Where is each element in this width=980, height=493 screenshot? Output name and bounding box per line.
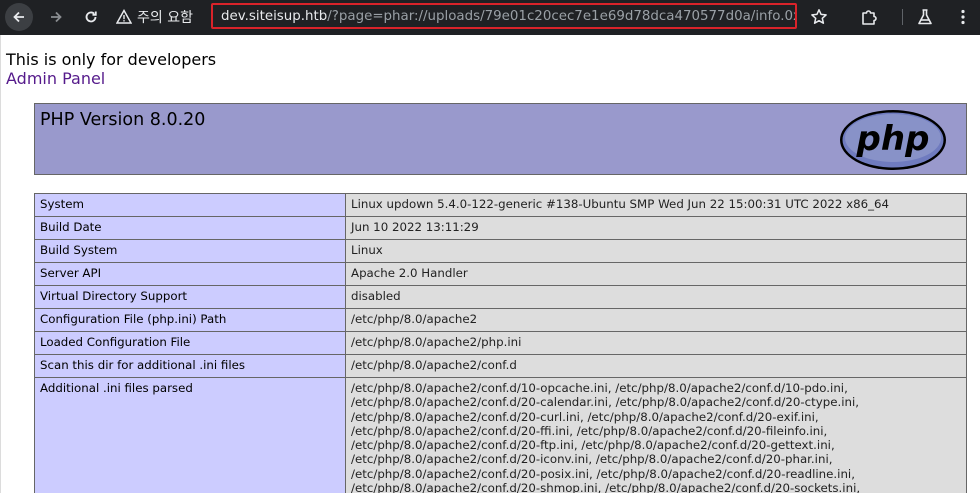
url-host: dev.siteisup.htb	[221, 8, 328, 24]
browser-toolbar: 주의 요함 dev.siteisup.htb/?page=phar://uplo…	[0, 0, 980, 35]
php-info-table: System Linux updown 5.4.0-122-generic #13…	[34, 193, 967, 493]
info-value: Apache 2.0 Handler	[345, 262, 967, 286]
forward-button[interactable]	[42, 3, 70, 31]
ini-file-line: /etc/php/8.0/apache2/conf.d/20-posix.ini…	[351, 466, 855, 481]
info-value: /etc/php/8.0/apache2	[345, 308, 967, 332]
info-row-additional-ini: Additional .ini files parsed/etc/php/8.0…	[34, 376, 967, 493]
bookmark-button[interactable]	[806, 4, 832, 30]
info-row: System Linux updown 5.4.0-122-generic #13…	[34, 193, 967, 217]
ini-file-line: /etc/php/8.0/apache2/conf.d/20-calendar.…	[351, 395, 860, 410]
address-bar[interactable]: dev.siteisup.htb/?page=phar://uploads/79…	[211, 3, 797, 29]
puzzle-icon	[862, 10, 877, 25]
back-button[interactable]	[5, 3, 33, 31]
info-row: Server API Apache 2.0 Handler	[34, 262, 967, 286]
info-row: Configuration File (php.ini) Path/etc/ph…	[34, 308, 967, 332]
info-key: Build System	[34, 239, 346, 263]
info-row: Build System Linux	[34, 239, 967, 263]
info-value: disabled	[345, 285, 967, 309]
developer-message: This is only for developers	[6, 50, 217, 69]
security-label: 주의 요함	[137, 10, 193, 26]
kebab-menu-icon	[961, 9, 965, 25]
ini-file-line: /etc/php/8.0/apache2/conf.d/20-ftp.ini, …	[351, 438, 835, 453]
ini-file-line: /etc/php/8.0/apache2/conf.d/20-curl.ini,…	[351, 409, 819, 424]
info-row: Loaded Configuration File/etc/php/8.0/ap…	[34, 331, 967, 355]
php-version-title: PHP Version 8.0.20	[40, 110, 206, 130]
info-value-ini-list: /etc/php/8.0/apache2/conf.d/10-opcache.i…	[345, 376, 967, 493]
info-row: Virtual Directory Support disabled	[34, 285, 967, 309]
php-logo: php	[840, 110, 946, 170]
info-key: Configuration File (php.ini) Path	[34, 308, 346, 332]
star-icon	[811, 9, 827, 24]
ini-file-line: /etc/php/8.0/apache2/conf.d/20-iconv.ini…	[351, 452, 833, 467]
arrow-left-icon	[13, 11, 24, 23]
ini-file-line: /etc/php/8.0/apache2/conf.d/20-ffi.ini, …	[351, 423, 828, 438]
info-value: Linux updown 5.4.0-122-generic #138-Ubun…	[345, 193, 967, 217]
reload-button[interactable]	[77, 3, 105, 31]
info-key: Loaded Configuration File	[34, 331, 346, 355]
extensions-button[interactable]	[856, 4, 882, 30]
info-row: Build Date Jun 10 2022 13:11:29	[34, 216, 967, 240]
php-info-header: PHP Version 8.0.20 php	[34, 103, 967, 175]
info-key: Additional .ini files parsed	[34, 376, 346, 493]
info-value: /etc/php/8.0/apache2/php.ini	[345, 331, 967, 355]
info-key: Server API	[34, 262, 346, 286]
info-value: Linux	[345, 239, 967, 263]
php-logo-text: php	[856, 119, 930, 159]
page-content: This is only for developers Admin Panel …	[0, 35, 980, 493]
warning-triangle-icon	[116, 9, 132, 24]
arrow-right-icon	[51, 11, 62, 23]
ini-file-line: /etc/php/8.0/apache2/conf.d/20-shmop.ini…	[351, 481, 861, 493]
labs-button[interactable]	[912, 4, 938, 30]
info-key: Scan this dir for additional .ini files	[34, 354, 346, 378]
toolbar-divider	[902, 9, 903, 25]
browser-menu-button[interactable]	[950, 4, 976, 30]
info-value: Jun 10 2022 13:11:29	[345, 216, 967, 240]
info-key: Virtual Directory Support	[34, 285, 346, 309]
ini-file-line: /etc/php/8.0/apache2/conf.d/10-opcache.i…	[351, 381, 848, 395]
info-value: /etc/php/8.0/apache2/conf.d	[345, 354, 967, 378]
reload-icon	[85, 11, 97, 23]
url-path: /?page=phar://uploads/79e01c20cec7e1e69d…	[327, 8, 797, 24]
security-chip[interactable]: 주의 요함	[116, 4, 193, 30]
flask-icon	[918, 9, 932, 25]
info-row: Scan this dir for additional .ini files /…	[34, 354, 967, 378]
info-key: System	[34, 193, 346, 217]
info-key: Build Date	[34, 216, 346, 240]
admin-panel-link[interactable]: Admin Panel	[6, 69, 105, 88]
